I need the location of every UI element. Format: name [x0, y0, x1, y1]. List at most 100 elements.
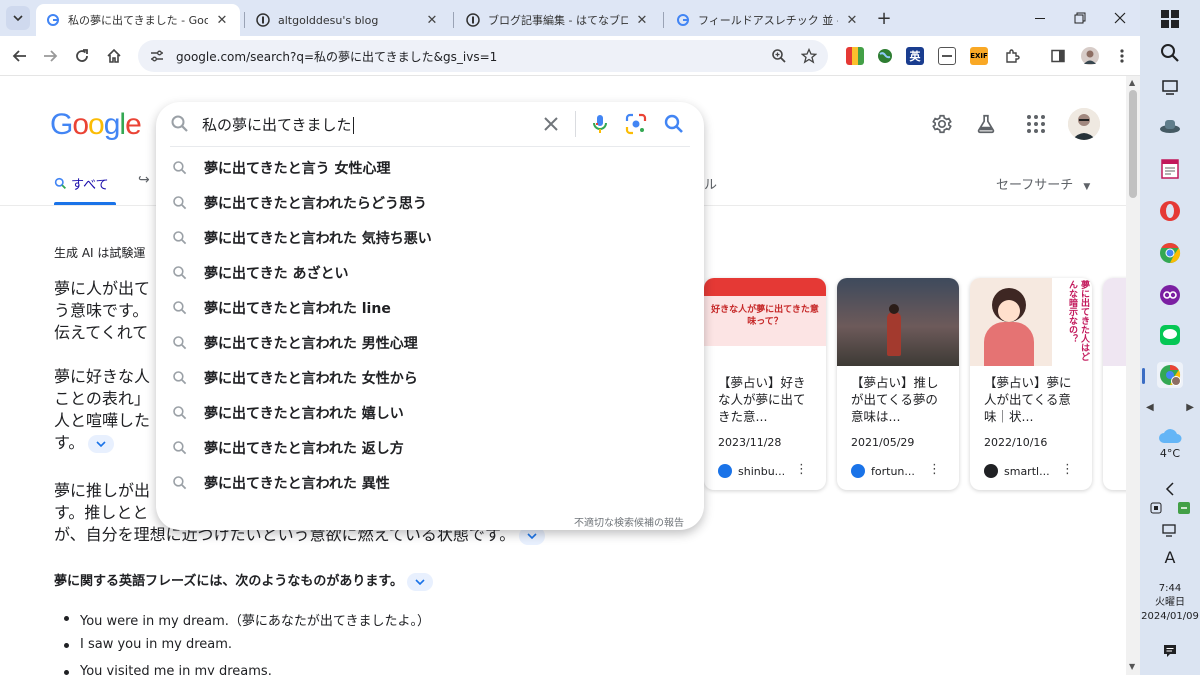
taskbar-app-line[interactable] — [1157, 322, 1183, 348]
task-view-button[interactable] — [1157, 74, 1183, 100]
tab-all[interactable]: すべて — [54, 174, 109, 193]
safe-search-dropdown[interactable]: セーフサーチ ▼ — [996, 174, 1090, 193]
more-vert-icon[interactable]: ⋮ — [795, 462, 808, 477]
taskbar-app-opera[interactable] — [1157, 198, 1183, 224]
close-icon[interactable]: ✕ — [634, 12, 650, 28]
search-submit-icon[interactable] — [662, 112, 686, 136]
card-title: 【夢占い】夢に人が出てくる意味｜状... — [984, 375, 1072, 424]
suggestion-item[interactable]: 夢に出てきたと言われたらどう思う — [156, 185, 704, 220]
site-info-icon[interactable] — [146, 45, 168, 67]
ime-indicator[interactable]: A — [1157, 544, 1183, 570]
suggestion-text: 夢に出てきたと言われた line — [204, 300, 391, 317]
taskbar-app-chrome-profile[interactable] — [1157, 362, 1183, 388]
result-card-1[interactable]: 好きな人が夢に出てきた意味って？ 【夢占い】好きな人が夢に出てきた意... 20… — [704, 278, 826, 490]
expand-chevron-button[interactable] — [88, 434, 115, 453]
more-vert-icon[interactable]: ⋮ — [1061, 462, 1074, 477]
back-button[interactable] — [8, 44, 32, 68]
report-suggestions-link[interactable]: 不適切な検索候補の報告 — [574, 514, 684, 529]
tab-hatena-edit[interactable]: ブログ記事編集 - はてなブログ ✕ — [456, 4, 660, 36]
chevron-right-icon[interactable]: ▶ — [1186, 402, 1194, 416]
taskbar-app-chrome[interactable] — [1157, 240, 1183, 266]
extension-globe-icon[interactable] — [876, 47, 894, 65]
taskbar-app-meet[interactable] — [1157, 282, 1183, 308]
video-app-icon — [1160, 285, 1180, 305]
scroll-down-arrow-icon[interactable]: ▼ — [1129, 662, 1135, 671]
home-button[interactable] — [102, 44, 126, 68]
result-card-3[interactable]: 夢に出てきた人はどんな暗示なの？ 【夢占い】夢に人が出てくる意味｜状... 20… — [970, 278, 1092, 490]
result-card-2[interactable]: 【夢占い】推しが出てくる夢の意味は... 2021/05/29 fortun..… — [837, 278, 959, 490]
search-icon — [173, 265, 187, 279]
extension-palette-icon[interactable] — [846, 47, 864, 65]
google-logo[interactable]: Google — [50, 108, 142, 142]
search-input[interactable]: 私の夢に出てきました — [156, 102, 704, 146]
suggestion-item[interactable]: 夢に出てきたと言われた 男性心理 — [156, 325, 704, 360]
show-hidden-icons-button[interactable] — [1157, 476, 1183, 502]
extension-chat-icon[interactable] — [938, 47, 956, 65]
scrollbar-thumb[interactable] — [1129, 90, 1137, 198]
ai-overview-label: 生成 AI は試験運 — [54, 246, 146, 260]
tab-partial-label[interactable]: ル — [704, 174, 717, 193]
scroll-up-arrow-icon[interactable]: ▲ — [1129, 78, 1135, 87]
network-icon[interactable] — [1157, 518, 1183, 544]
result-card-4-partial[interactable] — [1103, 278, 1126, 490]
close-icon[interactable]: ✕ — [214, 12, 230, 28]
taskbar-clock[interactable]: 7:44 火曜日 2024/01/09 — [1140, 582, 1200, 624]
tab-search-button[interactable] — [6, 6, 30, 30]
extensions-button[interactable] — [1000, 44, 1024, 68]
extension-translate-icon[interactable]: 英 — [906, 47, 924, 65]
zoom-icon[interactable] — [768, 45, 790, 67]
tab-altgolddesu-blog[interactable]: altgolddesu's blog ✕ — [246, 4, 450, 36]
google-lens-icon[interactable] — [624, 112, 648, 136]
google-apps-button[interactable] — [1024, 112, 1048, 136]
extension-exif-icon[interactable]: EXIF — [970, 47, 988, 65]
tab-field-athletic-search[interactable]: フィールドアスレチック 並 - Google 検索 ✕ — [666, 4, 870, 36]
reload-button[interactable] — [70, 44, 94, 68]
address-bar[interactable]: google.com/search?q=私の夢に出てきました&gs_ivs=1 — [138, 40, 828, 72]
chevron-left-icon[interactable]: ◀ — [1146, 402, 1154, 416]
forward-button[interactable] — [38, 44, 62, 68]
more-vert-icon[interactable]: ⋮ — [928, 462, 941, 477]
restore-icon — [1074, 12, 1086, 24]
close-icon[interactable]: ✕ — [424, 12, 440, 28]
suggestion-item[interactable]: 夢に出てきたと言われた 異性 — [156, 465, 704, 500]
clear-icon[interactable] — [540, 113, 562, 135]
close-window-button[interactable] — [1100, 6, 1140, 30]
suggestion-item[interactable]: 夢に出てきた あざとい — [156, 255, 704, 290]
card-date: 2023/11/28 — [718, 436, 782, 449]
account-avatar[interactable] — [1068, 108, 1100, 140]
gear-icon — [932, 114, 952, 134]
search-autocomplete-panel: 私の夢に出てきました 夢に出てきたと言う 女性心理 夢に出てきたと言われたらどう思… — [156, 102, 704, 530]
side-panel-button[interactable] — [1046, 44, 1070, 68]
windows-start-button[interactable] — [1157, 6, 1183, 32]
taskbar-scroll-arrows[interactable]: ◀ ▶ — [1146, 402, 1194, 416]
new-tab-button[interactable]: + — [874, 8, 894, 29]
chrome-menu-button[interactable] — [1110, 44, 1134, 68]
taskbar-app-notepad[interactable] — [1157, 156, 1183, 182]
minimize-button[interactable] — [1020, 6, 1060, 30]
search-query-text[interactable]: 私の夢に出てきました — [202, 114, 354, 135]
taskbar-search-button[interactable] — [1157, 40, 1183, 66]
suggestion-item[interactable]: 夢に出てきたと言われた 女性から — [156, 360, 704, 395]
suggestion-item[interactable]: 夢に出てきたと言う 女性心理 — [156, 150, 704, 185]
page-scrollbar[interactable]: ▲ ▼ — [1126, 76, 1140, 675]
close-icon[interactable]: ✕ — [844, 12, 860, 28]
restore-button[interactable] — [1060, 6, 1100, 30]
profile-avatar[interactable] — [1078, 44, 1102, 68]
suggestion-item[interactable]: 夢に出てきたと言われた 返し方 — [156, 430, 704, 465]
suggestion-item[interactable]: 夢に出てきたと言われた 気持ち悪い — [156, 220, 704, 255]
expand-chevron-button[interactable] — [407, 572, 434, 591]
settings-button[interactable] — [930, 112, 954, 136]
notification-button[interactable] — [1157, 638, 1183, 664]
url-text[interactable]: google.com/search?q=私の夢に出てきました&gs_ivs=1 — [176, 48, 768, 65]
bookmark-star-icon[interactable] — [798, 45, 820, 67]
suggestion-item[interactable]: 夢に出てきたと言われた 嬉しい — [156, 395, 704, 430]
microphone-icon[interactable] — [588, 112, 612, 136]
taskbar-app-hat[interactable] — [1157, 112, 1183, 138]
tray-green-app-icon[interactable] — [1178, 502, 1190, 514]
tray-app-icon[interactable] — [1150, 502, 1162, 514]
tab-google-search-dream[interactable]: 私の夢に出てきました - Google 検索 ✕ — [36, 4, 240, 36]
arrow-forward-icon[interactable]: ↪ — [138, 172, 150, 188]
suggestion-item[interactable]: 夢に出てきたと言われた line — [156, 290, 704, 325]
suggestion-text: 夢に出てきた あざとい — [204, 265, 349, 282]
search-labs-button[interactable] — [974, 112, 998, 136]
